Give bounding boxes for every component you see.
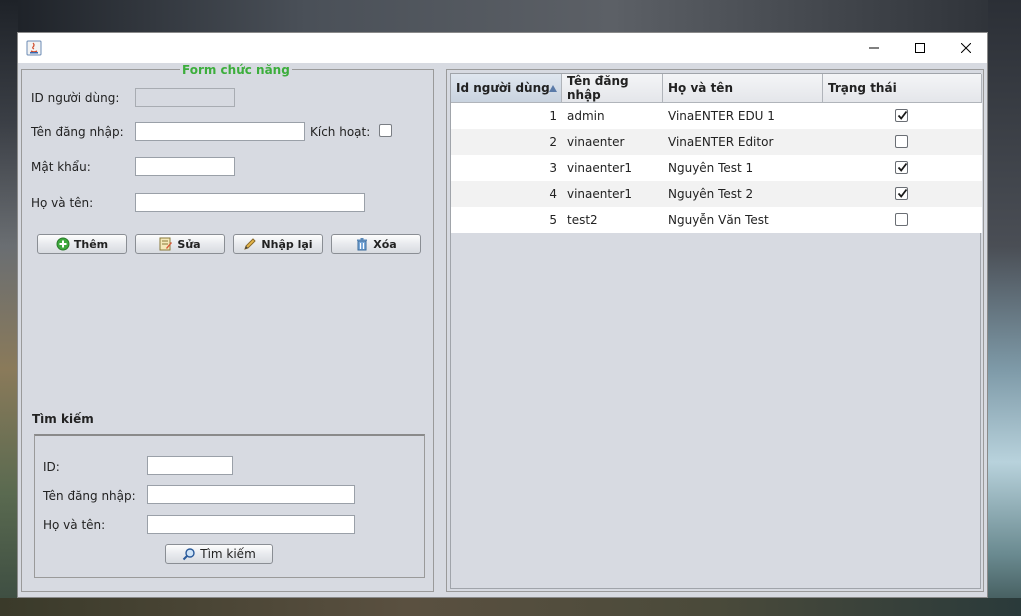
column-header-status-label: Trạng thái — [828, 81, 897, 95]
cell-fullname: Nguyên Test 1 — [668, 161, 754, 175]
username-label: Tên đăng nhập: — [31, 125, 124, 139]
table-row[interactable]: 2 vinaenter VinaENTER Editor — [451, 129, 982, 155]
users-table: Id người dùng Tên đăng nhập Họ và tên Tr… — [450, 73, 982, 589]
table-row[interactable]: 3 vinaenter1 Nguyên Test 1 — [451, 155, 982, 181]
desktop-background-bottom — [0, 598, 1021, 616]
table-row[interactable]: 4 vinaenter1 Nguyên Test 2 — [451, 181, 982, 207]
pencil-icon — [244, 238, 257, 250]
search-fullname-label: Họ và tên: — [43, 518, 106, 532]
column-header-status[interactable]: Trạng thái — [823, 74, 982, 103]
maximize-button[interactable] — [897, 33, 943, 63]
column-header-fullname[interactable]: Họ và tên — [663, 74, 823, 103]
desktop-background-right — [988, 0, 1021, 616]
cell-username: vinaenter1 — [567, 187, 633, 201]
password-label: Mật khẩu: — [31, 160, 91, 174]
form-legend: Form chức năng — [180, 63, 292, 77]
edit-button-label: Sửa — [177, 237, 201, 251]
desktop-background-top — [0, 0, 1021, 32]
cell-id: 5 — [549, 213, 557, 227]
add-button[interactable]: Thêm — [37, 234, 127, 254]
cell-username: vinaenter — [567, 135, 625, 149]
active-checkbox[interactable] — [379, 124, 392, 137]
trash-icon — [357, 238, 368, 251]
password-field[interactable] — [135, 157, 235, 176]
fullname-field[interactable] — [135, 193, 365, 212]
java-app-icon — [26, 40, 42, 56]
column-header-id-label: Id người dùng — [456, 81, 550, 95]
id-field[interactable] — [135, 88, 235, 107]
search-button[interactable]: Tìm kiếm — [165, 544, 273, 564]
close-icon — [961, 43, 971, 53]
cell-fullname: VinaENTER Editor — [668, 135, 774, 149]
column-header-fullname-label: Họ và tên — [668, 81, 733, 95]
search-fullname-field[interactable] — [147, 515, 355, 534]
edit-icon — [159, 237, 173, 251]
check-mark-icon — [897, 162, 908, 172]
active-label: Kích hoạt: — [310, 125, 371, 139]
title-bar — [18, 33, 987, 63]
table-row[interactable]: 1 admin VinaENTER EDU 1 — [451, 103, 982, 129]
cell-status-checkbox[interactable] — [895, 109, 908, 122]
cell-username: vinaenter1 — [567, 161, 633, 175]
add-icon — [56, 237, 70, 251]
cell-username: admin — [567, 109, 605, 123]
column-header-username-label: Tên đăng nhập — [567, 74, 629, 102]
maximize-icon — [915, 43, 925, 53]
cell-fullname: Nguyễn Văn Test — [668, 213, 769, 227]
delete-button[interactable]: Xóa — [331, 234, 421, 254]
add-button-label: Thêm — [73, 237, 109, 251]
cell-id: 3 — [549, 161, 557, 175]
form-panel: Form chức năng ID người dùng: Tên đăng n… — [21, 63, 434, 592]
minimize-button[interactable] — [851, 33, 897, 63]
cell-status-checkbox[interactable] — [895, 187, 908, 200]
cell-status-checkbox[interactable] — [895, 213, 908, 226]
search-box: ID: Tên đăng nhập: Họ và tên: Tìm kiếm — [34, 434, 425, 578]
cell-fullname: Nguyên Test 2 — [668, 187, 754, 201]
reset-button-label: Nhập lại — [261, 237, 313, 251]
edit-button[interactable]: Sửa — [135, 234, 225, 254]
reset-button[interactable]: Nhập lại — [233, 234, 323, 254]
username-field[interactable] — [135, 122, 305, 141]
search-id-field[interactable] — [147, 456, 233, 475]
close-button[interactable] — [943, 33, 989, 63]
search-button-label: Tìm kiếm — [200, 547, 256, 561]
cell-id: 2 — [549, 135, 557, 149]
cell-id: 4 — [549, 187, 557, 201]
minimize-icon — [869, 47, 879, 49]
table-row[interactable]: 5 test2 Nguyễn Văn Test — [451, 207, 982, 233]
search-username-field[interactable] — [147, 485, 355, 504]
search-id-label: ID: — [43, 460, 60, 474]
search-title: Tìm kiếm — [32, 412, 94, 426]
app-window: Form chức năng ID người dùng: Tên đăng n… — [17, 32, 988, 598]
cell-username: test2 — [567, 213, 598, 227]
check-mark-icon — [897, 110, 908, 120]
cell-id: 1 — [549, 109, 557, 123]
desktop-background-left — [0, 0, 18, 616]
column-header-username[interactable]: Tên đăng nhập — [562, 74, 663, 103]
search-username-label: Tên đăng nhập: — [43, 489, 136, 503]
search-icon — [183, 548, 195, 561]
fullname-label: Họ và tên: — [31, 196, 94, 210]
sort-ascending-icon — [549, 85, 557, 92]
cell-status-checkbox[interactable] — [895, 135, 908, 148]
cell-fullname: VinaENTER EDU 1 — [668, 109, 775, 123]
check-mark-icon — [897, 188, 908, 198]
table-panel: Id người dùng Tên đăng nhập Họ và tên Tr… — [446, 69, 984, 592]
id-label: ID người dùng: — [31, 91, 120, 105]
cell-status-checkbox[interactable] — [895, 161, 908, 174]
column-header-id[interactable]: Id người dùng — [451, 74, 562, 103]
delete-button-label: Xóa — [373, 237, 397, 251]
